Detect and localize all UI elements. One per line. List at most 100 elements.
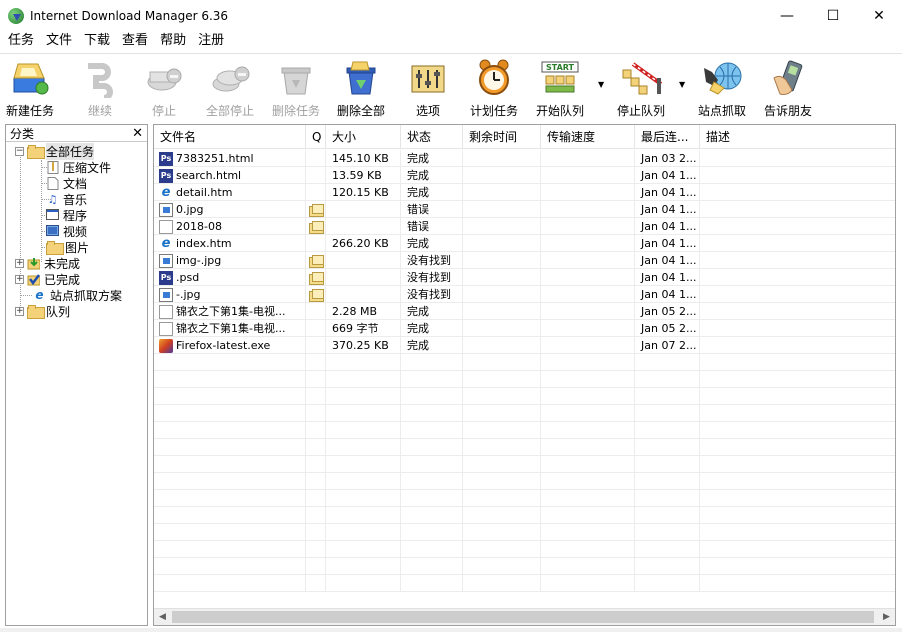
queue-cell bbox=[306, 303, 326, 320]
tree-item-archives[interactable]: 压缩文件 bbox=[46, 159, 111, 175]
table-row[interactable]: e detail.htm 120.15 KB 完成 Jan 04 1... bbox=[154, 184, 895, 201]
image-file-icon bbox=[159, 287, 173, 302]
start-queue-button[interactable]: START 开始队列 bbox=[536, 58, 584, 119]
last-try-cell: Jan 04 1... bbox=[635, 286, 700, 303]
stop-button[interactable]: 停止 bbox=[142, 58, 186, 119]
empty-cell bbox=[326, 456, 401, 473]
column-header-status[interactable]: 状态 bbox=[401, 125, 463, 149]
file-name-cell: e detail.htm bbox=[154, 184, 306, 201]
table-row[interactable]: 锦衣之下第1集-电视... 669 字节 完成 Jan 05 2... bbox=[154, 320, 895, 337]
scroll-right-icon[interactable]: ▶ bbox=[878, 609, 895, 625]
file-size-cell bbox=[326, 286, 401, 303]
tree-item-queues[interactable]: + 队列 bbox=[15, 303, 70, 319]
site-grabber-button[interactable]: 站点抓取 bbox=[698, 58, 746, 119]
tree-item-finished[interactable]: + 已完成 bbox=[15, 271, 80, 287]
table-row[interactable]: 2018-08 错误 Jan 04 1... bbox=[154, 218, 895, 235]
options-button[interactable]: 选项 bbox=[406, 58, 450, 119]
empty-cell bbox=[635, 558, 700, 575]
file-size-cell: 120.15 KB bbox=[326, 184, 401, 201]
maximize-button[interactable]: ☐ bbox=[810, 0, 856, 31]
collapse-icon[interactable]: − bbox=[15, 146, 24, 156]
column-header-time-left[interactable]: 剩余时间 bbox=[463, 125, 541, 149]
close-button[interactable]: ✕ bbox=[856, 0, 902, 31]
table-row[interactable]: Firefox-latest.exe 370.25 KB 完成 Jan 07 2... bbox=[154, 337, 895, 354]
stop-all-button[interactable]: 全部停止 bbox=[206, 58, 254, 119]
tree-item-grabber-projects[interactable]: e 站点抓取方案 bbox=[33, 287, 122, 303]
expand-icon[interactable]: + bbox=[15, 258, 24, 268]
queue-cell bbox=[306, 252, 326, 269]
empty-row bbox=[154, 439, 895, 456]
empty-cell bbox=[541, 388, 635, 405]
scheduler-button[interactable]: 计划任务 bbox=[470, 58, 518, 119]
table-row[interactable]: img-.jpg 没有找到 Jan 04 1... bbox=[154, 252, 895, 269]
empty-cell bbox=[541, 201, 635, 218]
column-header-size[interactable]: 大小 bbox=[326, 125, 401, 149]
horizontal-scrollbar[interactable]: ◀ ▶ bbox=[154, 608, 895, 625]
tree-item-pictures[interactable]: 图片 bbox=[46, 239, 89, 255]
file-status-cell: 完成 bbox=[401, 150, 463, 167]
expand-icon[interactable]: + bbox=[15, 274, 24, 284]
tree-item-documents[interactable]: 文档 bbox=[46, 175, 87, 191]
empty-cell bbox=[700, 575, 895, 592]
empty-cell bbox=[541, 541, 635, 558]
menu-file[interactable]: 文件 bbox=[40, 31, 78, 51]
tree-item-programs[interactable]: 程序 bbox=[46, 207, 87, 223]
table-row[interactable]: -.jpg 没有找到 Jan 04 1... bbox=[154, 286, 895, 303]
column-header-description[interactable]: 描述 bbox=[700, 125, 895, 149]
table-row[interactable]: Ps .psd 没有找到 Jan 04 1... bbox=[154, 269, 895, 286]
menu-download[interactable]: 下载 bbox=[78, 31, 116, 51]
tree-item-all-tasks[interactable]: − 全部任务 bbox=[15, 142, 95, 160]
menu-task[interactable]: 任务 bbox=[2, 31, 40, 51]
empty-cell bbox=[463, 456, 541, 473]
tree-item-music[interactable]: ♫ 音乐 bbox=[46, 191, 87, 207]
file-status-cell: 没有找到 bbox=[401, 286, 463, 303]
empty-cell bbox=[541, 235, 635, 252]
tree-item-unfinished[interactable]: + 未完成 bbox=[15, 255, 80, 271]
file-name-cell: 锦衣之下第1集-电视... bbox=[154, 320, 306, 337]
toolbar: 新建任务 继续 停止 全部停止 删除任务 删除全部 选项 计划任务 START … bbox=[0, 53, 902, 121]
column-header-filename[interactable]: 文件名 bbox=[154, 125, 306, 149]
menu-help[interactable]: 帮助 bbox=[154, 31, 192, 51]
delete-task-icon bbox=[274, 58, 318, 98]
idm-logo-icon bbox=[8, 7, 24, 24]
empty-row bbox=[154, 473, 895, 490]
menu-register[interactable]: 注册 bbox=[192, 31, 230, 51]
column-header-speed[interactable]: 传输速度 bbox=[541, 125, 635, 149]
empty-cell bbox=[154, 524, 306, 541]
table-row[interactable]: Ps search.html 13.59 KB 完成 Jan 04 1... bbox=[154, 167, 895, 184]
table-row[interactable]: Ps 7383251.html 145.10 KB 完成 Jan 03 2... bbox=[154, 150, 895, 167]
queue-cell bbox=[306, 218, 326, 235]
menu-view[interactable]: 查看 bbox=[116, 31, 154, 51]
scroll-left-icon[interactable]: ◀ bbox=[154, 609, 171, 625]
start-queue-dropdown-icon[interactable]: ▼ bbox=[598, 80, 604, 89]
firefox-exe-icon bbox=[159, 338, 173, 353]
file-name-cell: 0.jpg bbox=[154, 201, 306, 218]
table-row[interactable]: 锦衣之下第1集-电视... 2.28 MB 完成 Jan 05 2... bbox=[154, 303, 895, 320]
queue-cell bbox=[306, 150, 326, 167]
category-close-icon[interactable]: ✕ bbox=[132, 125, 143, 142]
file-size-cell: 13.59 KB bbox=[326, 167, 401, 184]
table-row[interactable]: 0.jpg 错误 Jan 04 1... bbox=[154, 201, 895, 218]
empty-cell bbox=[700, 371, 895, 388]
delete-all-button[interactable]: 删除全部 bbox=[337, 58, 385, 119]
stop-queue-dropdown-icon[interactable]: ▼ bbox=[679, 80, 685, 89]
expand-icon[interactable]: + bbox=[15, 306, 24, 316]
column-header-q[interactable]: Q bbox=[306, 125, 326, 149]
resume-button[interactable]: 继续 bbox=[78, 58, 122, 119]
column-header-last-try[interactable]: 最后连... bbox=[635, 125, 700, 149]
add-task-button[interactable]: 新建任务 bbox=[6, 58, 54, 119]
stop-queue-button[interactable]: 停止队列 bbox=[617, 58, 665, 119]
delete-task-button[interactable]: 删除任务 bbox=[272, 58, 320, 119]
category-panel: 分类 ✕ − 全部任务 压缩文件 文档 ♫ 音乐 程序 视频 图片 + 未完成 … bbox=[5, 124, 148, 626]
empty-cell bbox=[541, 439, 635, 456]
menu-bar: 任务 文件 下载 查看 帮助 注册 bbox=[0, 31, 902, 51]
minimize-button[interactable]: — bbox=[764, 0, 810, 31]
empty-cell bbox=[326, 405, 401, 422]
table-row[interactable]: e index.htm 266.20 KB 完成 Jan 04 1... bbox=[154, 235, 895, 252]
last-try-cell: Jan 05 2... bbox=[635, 320, 700, 337]
tree-item-video[interactable]: 视频 bbox=[46, 223, 87, 239]
tell-friend-button[interactable]: 告诉朋友 bbox=[764, 58, 812, 119]
scrollbar-thumb[interactable] bbox=[172, 611, 874, 623]
empty-cell bbox=[700, 235, 895, 252]
picture-folder-icon bbox=[46, 241, 64, 255]
